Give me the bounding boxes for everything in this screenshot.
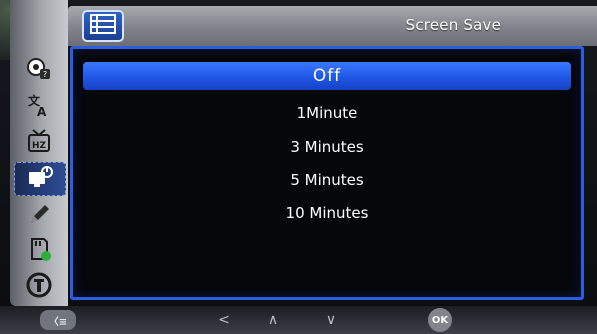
sidebar-item-sd-card[interactable] (18, 234, 60, 268)
down-arrow-icon[interactable]: ∨ (322, 310, 340, 330)
ok-button[interactable]: OK (428, 308, 452, 332)
page-title: Screen Save (405, 16, 501, 34)
settings-sidebar: ? 文A HZ (10, 0, 68, 306)
info-icon (25, 271, 53, 303)
sidebar-item-tv-standard[interactable]: HZ (18, 126, 60, 160)
up-arrow-icon[interactable]: ∧ (264, 310, 282, 330)
option-3-minutes[interactable]: 3 Minutes (83, 133, 571, 161)
option-1-minute[interactable]: 1Minute (83, 99, 571, 127)
svg-text:?: ? (43, 70, 47, 79)
option-10-minutes[interactable]: 10 Minutes (83, 199, 571, 227)
sidebar-item-pen[interactable] (18, 198, 60, 232)
sidebar-item-language[interactable]: 文A (18, 90, 60, 124)
svg-text:HZ: HZ (32, 141, 47, 151)
header-bar: Screen Save (68, 6, 597, 46)
sidebar-item-settings[interactable]: ? (18, 54, 60, 88)
pen-icon (25, 199, 53, 231)
language-icon: 文A (25, 91, 53, 123)
svg-text:A: A (37, 105, 47, 119)
option-off[interactable]: Off (83, 62, 571, 90)
sidebar-item-display[interactable] (14, 162, 66, 196)
back-key[interactable]: 〈≡ (40, 310, 76, 330)
screen-save-options-panel: Off 1Minute 3 Minutes 5 Minutes 10 Minut… (70, 46, 584, 300)
header-tab[interactable] (82, 10, 124, 42)
left-arrow-icon[interactable]: < (215, 310, 233, 330)
tv-standard-icon: HZ (25, 127, 53, 159)
display-power-icon (26, 163, 54, 195)
sd-card-icon (25, 235, 53, 267)
sidebar-item-info[interactable] (18, 270, 60, 304)
device-screen: ? 文A HZ Screen Save Off 1Minute 3 Minute… (0, 0, 597, 334)
list-menu-icon (89, 13, 117, 39)
key-hint-bar: 〈≡ < ∧ ∨ OK (0, 306, 597, 334)
settings-badge-icon: ? (25, 55, 53, 87)
option-5-minutes[interactable]: 5 Minutes (83, 166, 571, 194)
